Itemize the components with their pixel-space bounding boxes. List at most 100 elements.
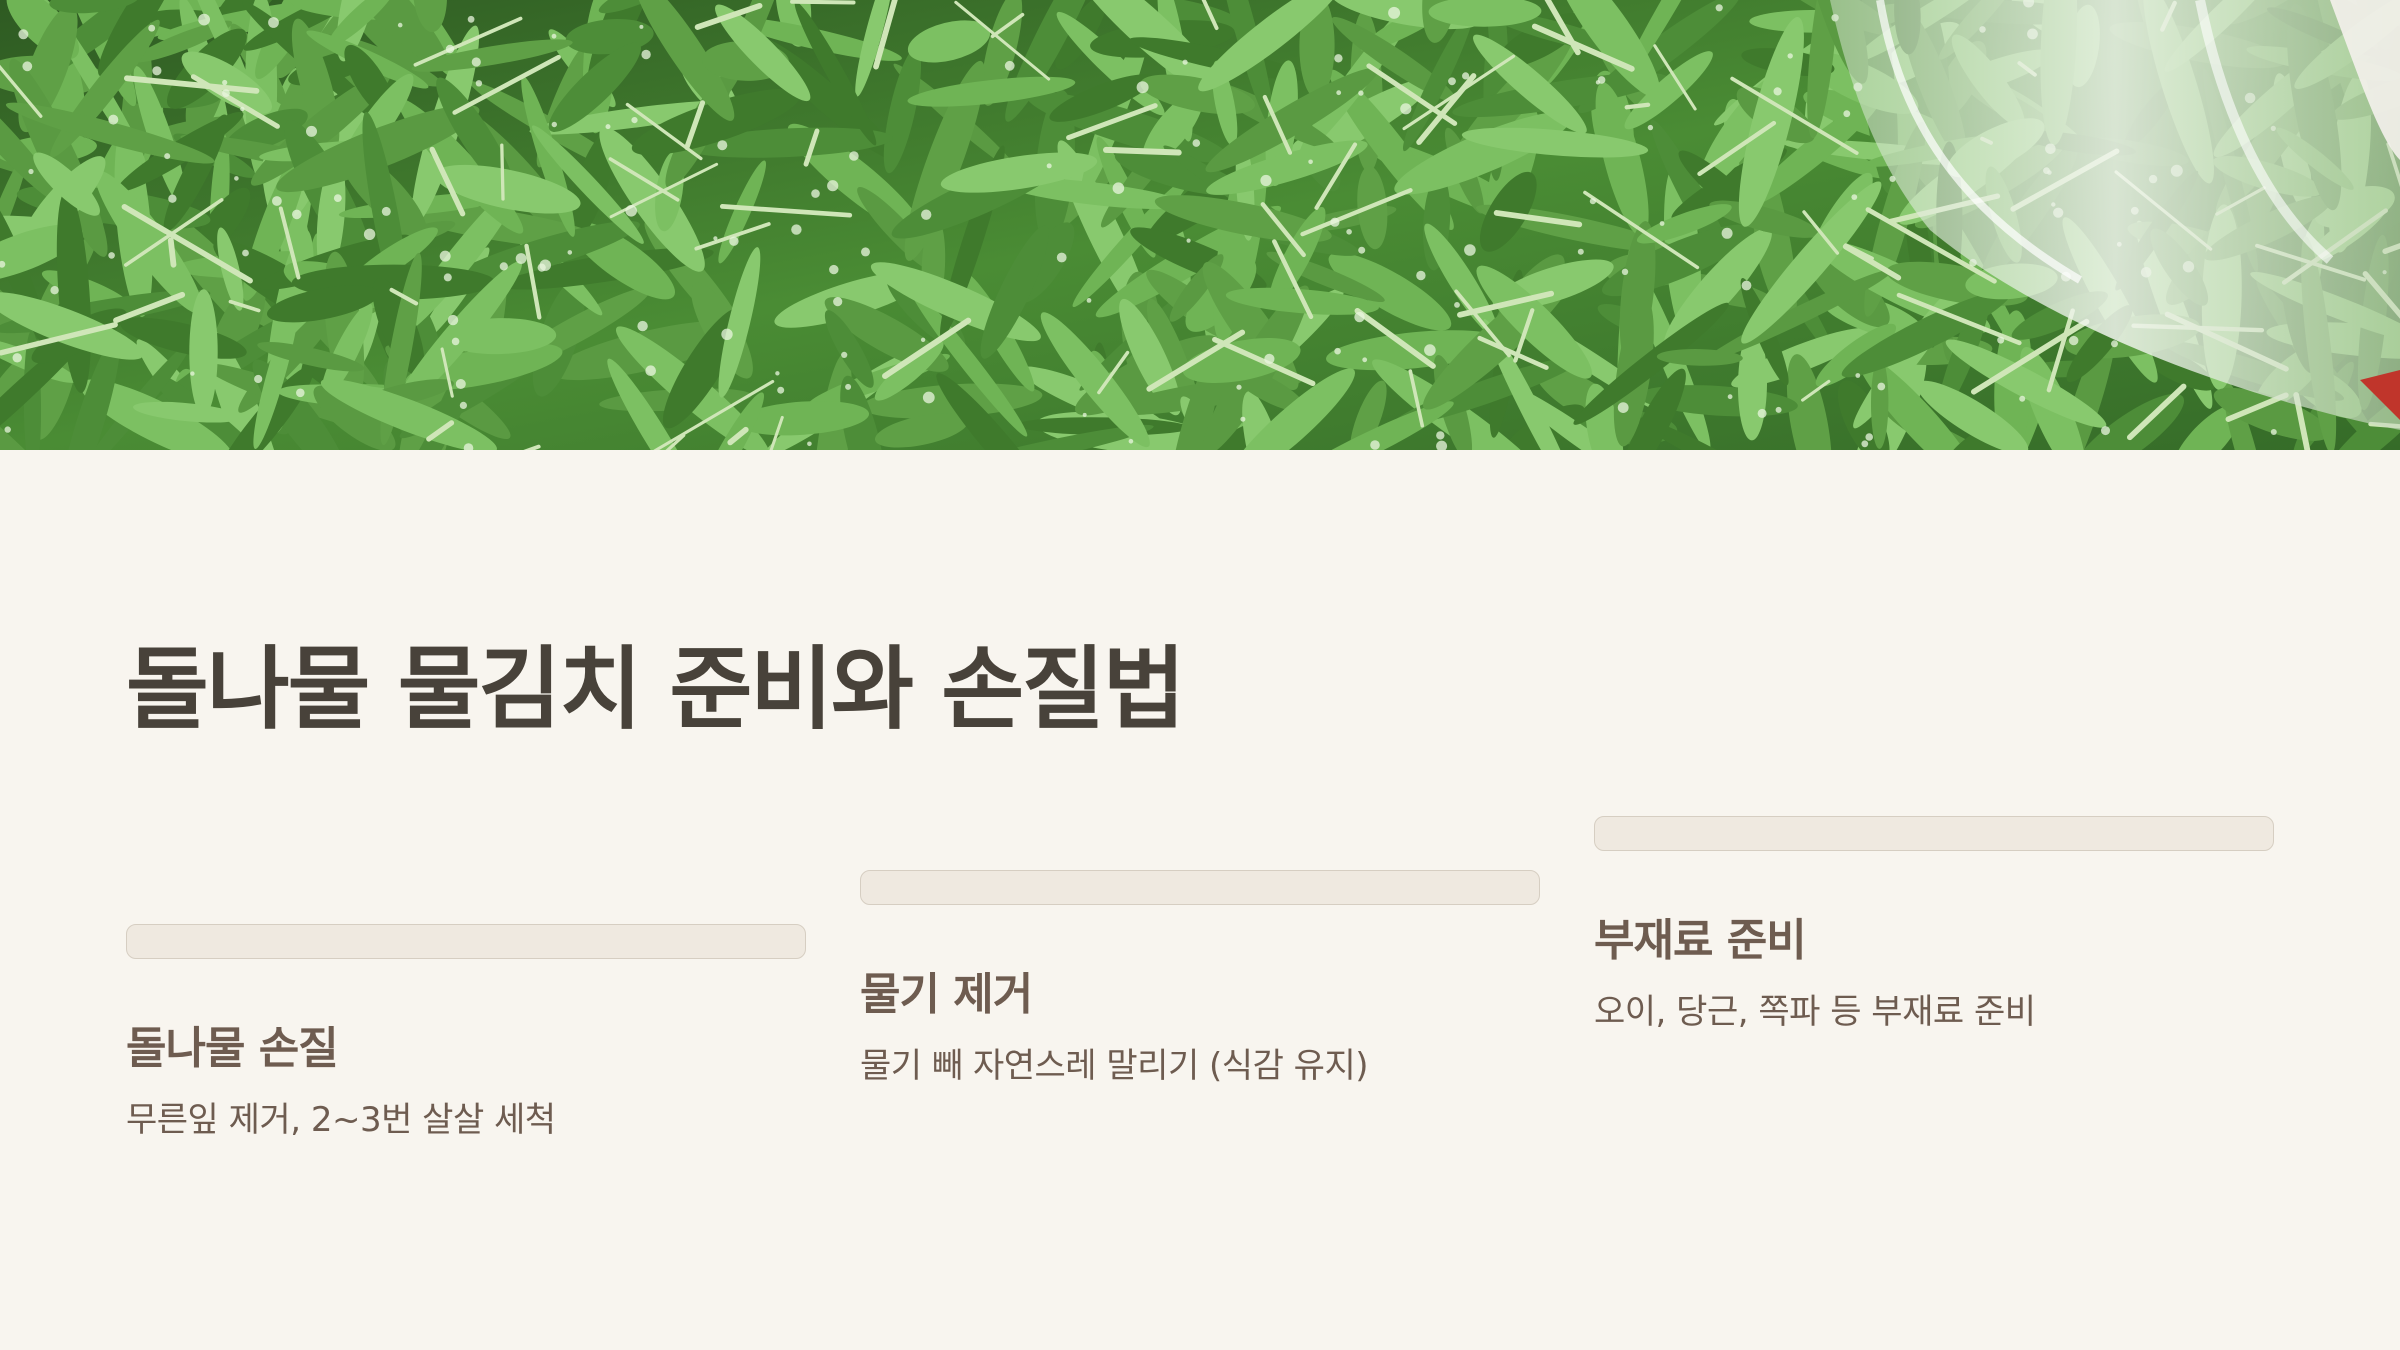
- water-droplet: [1082, 412, 1087, 417]
- water-droplet: [1454, 302, 1460, 308]
- water-droplet: [625, 205, 637, 217]
- water-droplet: [1424, 344, 1436, 356]
- water-droplet: [920, 337, 926, 342]
- water-droplet: [641, 49, 651, 60]
- water-droplet: [148, 24, 156, 32]
- water-droplet: [1056, 252, 1067, 263]
- water-droplet: [242, 249, 249, 257]
- water-droplet: [605, 124, 611, 130]
- water-droplet: [363, 228, 376, 240]
- water-droplet: [439, 250, 451, 262]
- water-droplet: [381, 206, 391, 216]
- card-bar: [126, 924, 806, 959]
- water-droplet: [1775, 406, 1782, 413]
- card-drying: 물기 제거 물기 빼 자연스레 말리기 (식감 유지): [860, 870, 1540, 1086]
- water-droplet: [1128, 439, 1134, 444]
- water-droplet: [827, 180, 839, 192]
- water-droplet: [1589, 198, 1596, 205]
- water-droplet: [1334, 54, 1343, 63]
- stem-shape: [1624, 102, 1651, 110]
- water-droplet: [12, 353, 22, 363]
- water-droplet: [922, 391, 935, 404]
- water-droplet: [222, 79, 228, 86]
- water-droplet: [1112, 182, 1125, 194]
- water-droplet: [833, 297, 843, 307]
- water-droplet: [921, 209, 932, 220]
- water-droplet: [459, 401, 467, 409]
- water-droplet: [1370, 440, 1380, 450]
- card-cleaning: 돌나물 손질 무른잎 제거, 2~3번 살살 세척: [126, 924, 806, 1140]
- water-droplet: [1617, 402, 1629, 413]
- water-droplet: [861, 247, 870, 257]
- water-droplet: [2111, 340, 2118, 348]
- water-droplet: [1855, 373, 1861, 378]
- water-droplet: [168, 194, 177, 203]
- water-droplet: [198, 13, 211, 26]
- water-droplet: [1715, 4, 1723, 12]
- water-droplet: [1330, 217, 1340, 227]
- water-droplet: [108, 114, 119, 125]
- water-droplet: [1336, 90, 1342, 96]
- water-droplet: [777, 386, 785, 394]
- water-droplet: [1334, 347, 1341, 355]
- water-droplet: [4, 426, 11, 433]
- water-droplet: [775, 371, 780, 376]
- water-droplet: [499, 262, 508, 271]
- water-droplet: [1741, 280, 1752, 291]
- water-droplet: [445, 44, 455, 54]
- water-droplet: [1308, 159, 1313, 165]
- water-droplet: [1240, 416, 1246, 422]
- water-droplet: [1647, 124, 1654, 131]
- water-droplet: [50, 286, 59, 295]
- water-droplet: [1865, 433, 1873, 441]
- water-droplet: [2019, 395, 2026, 402]
- water-droplet: [645, 365, 656, 377]
- water-droplet: [1577, 248, 1584, 255]
- card-description: 오이, 당근, 쪽파 등 부재료 준비: [1594, 992, 2036, 1032]
- water-droplet: [807, 441, 812, 447]
- page-title: 돌나물 물김치 준비와 손질법: [126, 637, 1186, 742]
- card-heading: 물기 제거: [860, 969, 1033, 1020]
- water-droplet: [1358, 90, 1364, 96]
- card-heading: 돌나물 손질: [126, 1023, 339, 1074]
- water-droplet: [1462, 72, 1470, 80]
- water-droplet: [1004, 60, 1015, 71]
- water-droplet: [1400, 103, 1412, 115]
- water-droplet: [451, 337, 460, 346]
- water-droplet: [1264, 353, 1275, 364]
- water-droplet: [2069, 335, 2079, 346]
- stem-shape: [167, 237, 177, 268]
- water-droplet: [1260, 174, 1272, 187]
- water-droplet: [1362, 357, 1368, 363]
- water-droplet: [455, 379, 466, 389]
- water-droplet: [721, 328, 733, 340]
- water-droplet: [1192, 139, 1201, 147]
- card-ingredients: 부재료 준비 오이, 당근, 쪽파 등 부재료 준비: [1594, 816, 2274, 1032]
- water-droplet: [22, 61, 33, 72]
- water-droplet: [240, 106, 245, 112]
- water-droplet: [467, 15, 475, 23]
- water-droplet: [2101, 426, 2110, 436]
- water-droplet: [551, 33, 557, 39]
- water-droplet: [222, 89, 230, 97]
- water-droplet: [1877, 382, 1886, 391]
- water-droplet: [1236, 384, 1242, 390]
- water-droplet: [397, 22, 403, 28]
- water-droplet: [567, 250, 573, 255]
- water-droplet: [306, 125, 317, 137]
- water-droplet: [108, 252, 115, 259]
- water-droplet: [1721, 227, 1733, 239]
- water-droplet: [1659, 221, 1665, 226]
- water-droplet: [234, 176, 239, 181]
- water-droplet: [537, 263, 546, 272]
- water-droplet: [1464, 244, 1476, 256]
- water-droplet: [1186, 238, 1191, 243]
- water-droplet: [1358, 246, 1366, 254]
- water-droplet: [639, 24, 644, 29]
- water-droplet: [1997, 336, 2005, 344]
- water-droplet: [1388, 6, 1401, 19]
- water-droplet: [637, 320, 648, 332]
- water-droplet: [713, 236, 718, 241]
- water-droplet: [1136, 81, 1149, 94]
- stem-shape: [500, 143, 505, 201]
